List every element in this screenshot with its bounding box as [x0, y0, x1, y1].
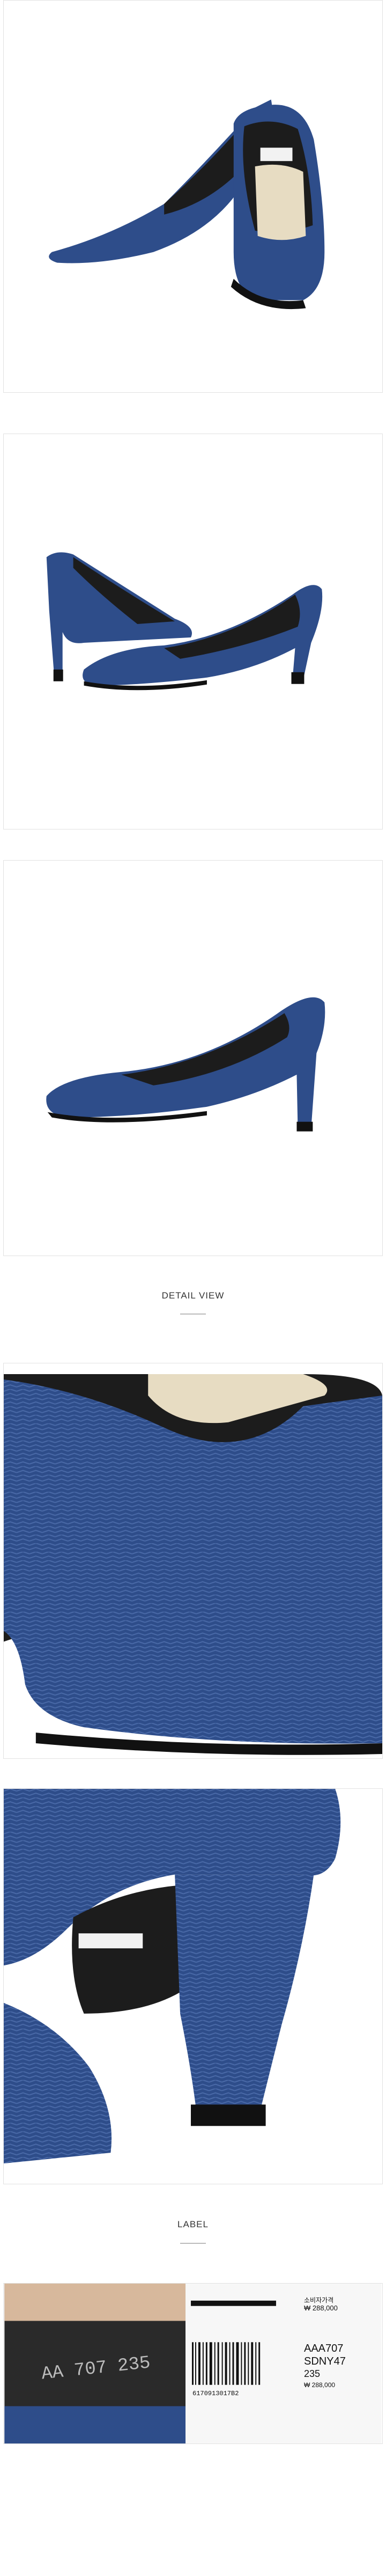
size-value: 235: [304, 2368, 321, 2379]
section-title-label: LABEL: [177, 2219, 209, 2229]
model-code: AAA707: [304, 2343, 344, 2354]
price-small: ₩ 288,000: [304, 2381, 336, 2389]
section-title-detail-view: DETAIL VIEW: [161, 1290, 225, 1301]
pumps-pair-illustration: [49, 99, 325, 310]
toe-texture-illustration: [4, 1363, 382, 1758]
product-photo-pair-front: [3, 0, 383, 393]
section-divider: [180, 2243, 206, 2244]
price-label: 소비자가격: [304, 2296, 334, 2304]
heel-texture-illustration: [4, 1789, 382, 2184]
pumps-side-illustration: [46, 552, 323, 691]
single-pump-illustration: [46, 997, 325, 1132]
detail-photo-heel-closeup: [3, 1788, 383, 2184]
product-photo-pair-side: [3, 434, 383, 830]
section-divider: [180, 1313, 206, 1315]
style-code: SDNY47: [304, 2355, 346, 2367]
barcode-small: [191, 2300, 276, 2306]
barcode-number: 6170913017B2: [192, 2390, 239, 2397]
product-photo-single-side: [3, 860, 383, 1256]
price-value: ₩ 288,000: [304, 2304, 338, 2312]
detail-photo-toe-closeup: [3, 1363, 383, 1759]
label-photo: AA 707 235 소비자가격 ₩ 288,000 AAA707 SDNY47…: [3, 2283, 383, 2444]
